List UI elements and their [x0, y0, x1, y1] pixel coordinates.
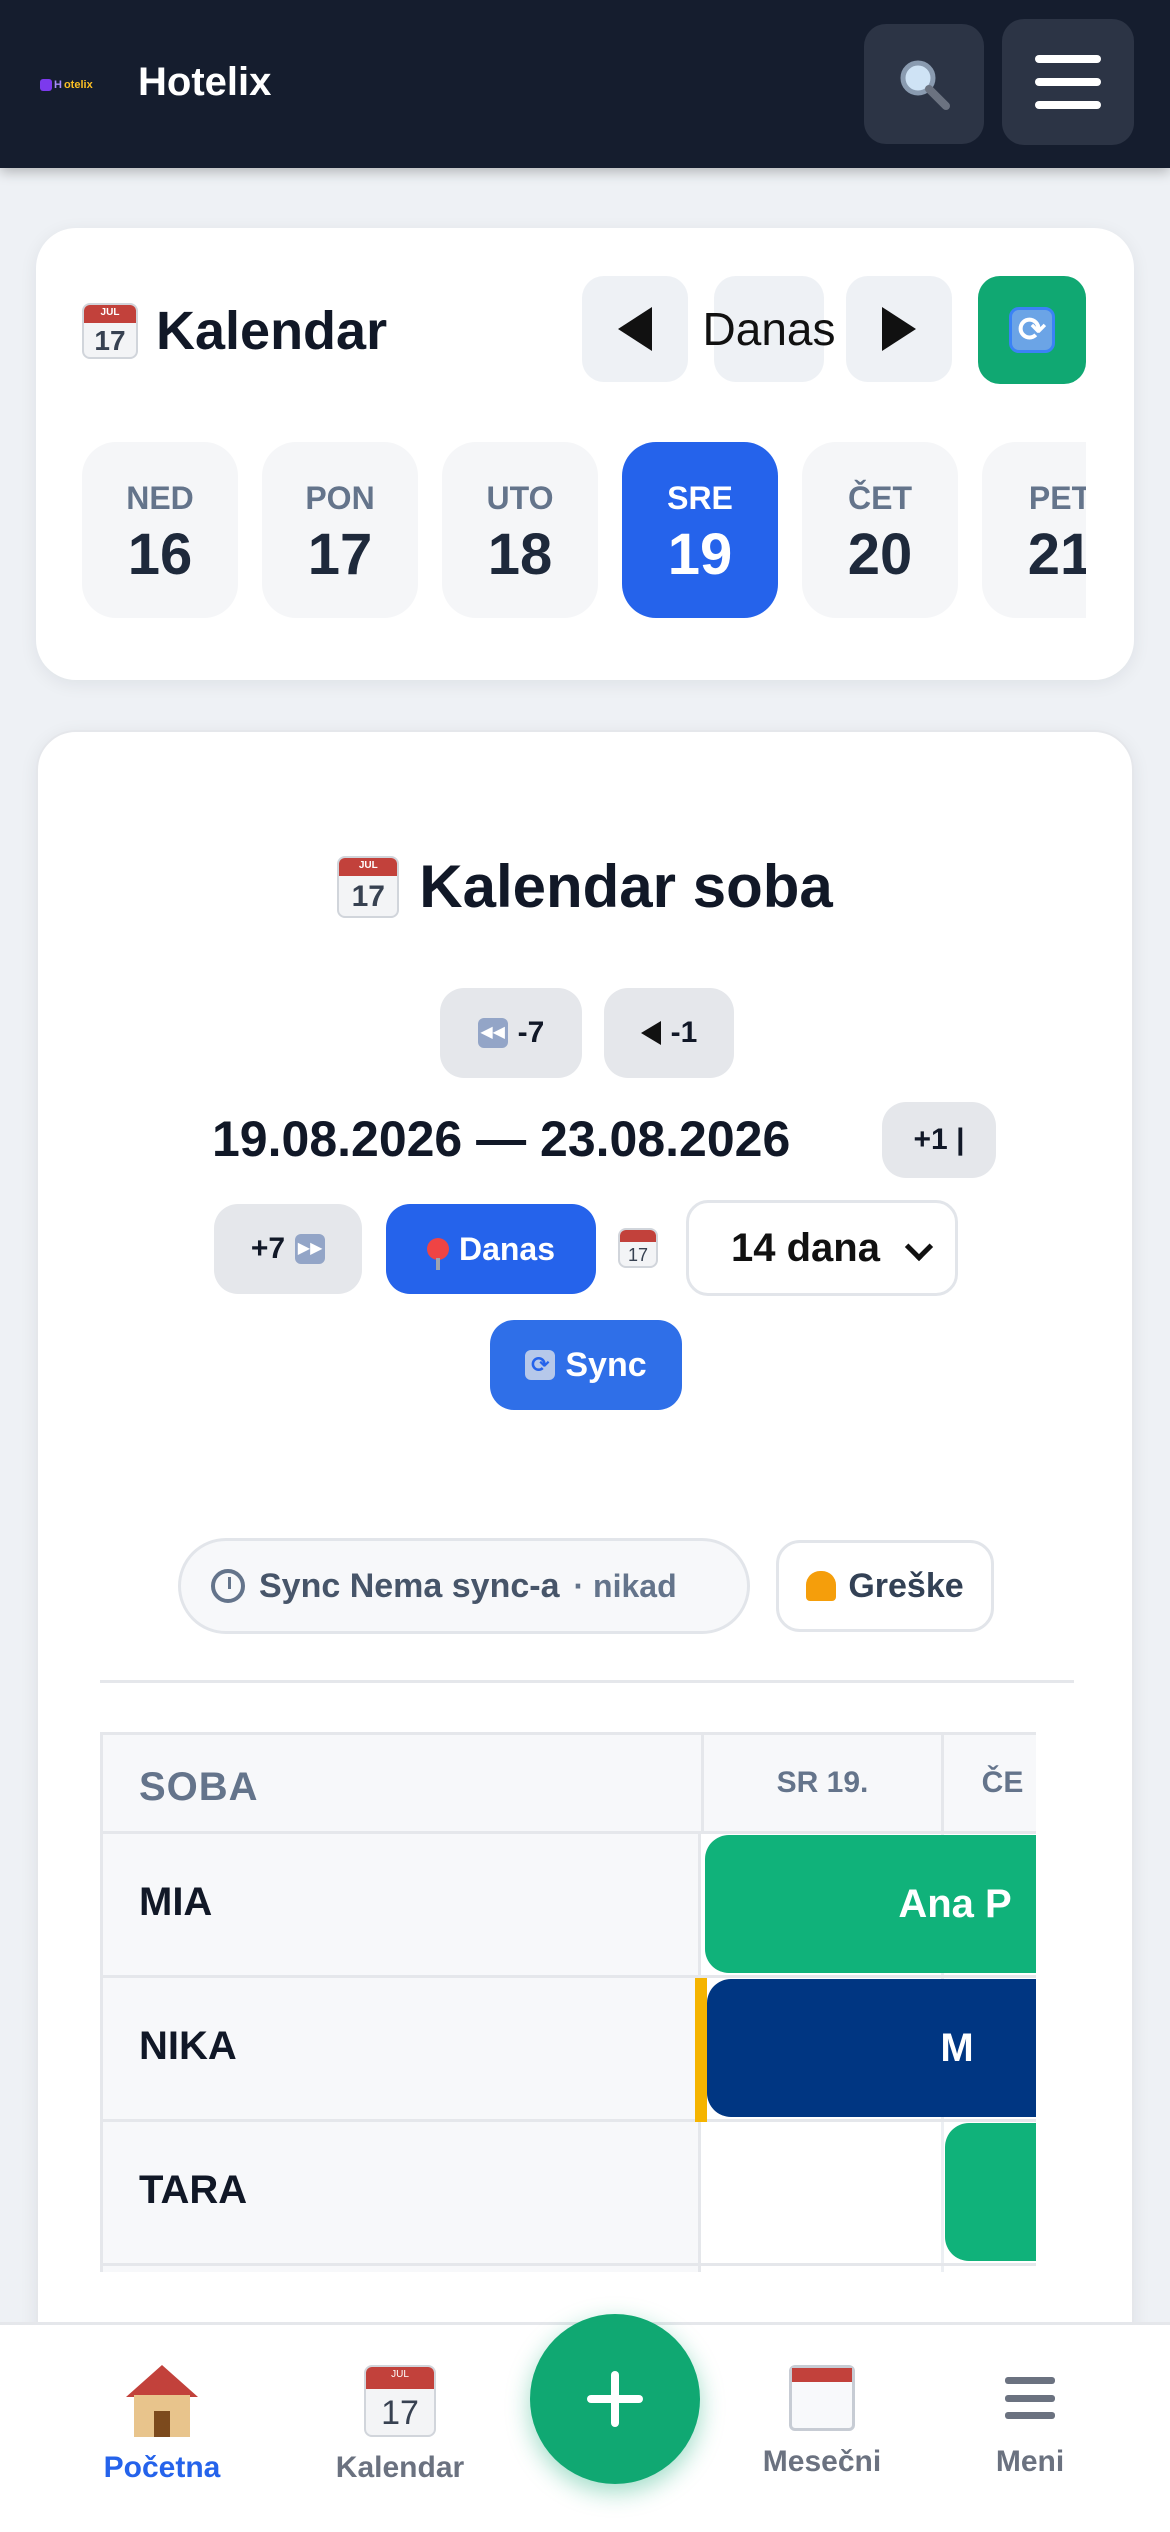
refresh-button[interactable]: ⟳ — [978, 276, 1086, 384]
day-chip[interactable]: UTO 18 — [442, 442, 598, 618]
day-strip: NED 16 PON 17 UTO 18 SRE 19 ČET 20 PET 2… — [82, 442, 1086, 622]
arrow-left-icon — [640, 1021, 661, 1045]
stopwatch-icon — [211, 1569, 245, 1603]
plus-icon — [587, 2371, 643, 2427]
calendar-widget: JUL 17 Kalendar Danas ⟳ NED 16 PON 17 UTO… — [36, 228, 1134, 680]
room-name-cell — [103, 2266, 701, 2272]
next-day-button[interactable] — [846, 276, 952, 382]
errors-button[interactable]: Greške — [776, 1540, 994, 1632]
arrow-right-icon — [882, 307, 916, 351]
room-name-cell: NIKA — [103, 1978, 701, 2119]
room-name-cell: TARA — [103, 2122, 701, 2263]
calendar-icon: JUL 17 — [82, 303, 138, 359]
fast-forward-icon: ▶▶ — [295, 1234, 326, 1264]
divider — [100, 1680, 1074, 1683]
day-chip[interactable]: PON 17 — [262, 442, 418, 618]
room-booking-table[interactable]: SOBA SR 19. ČE MIA Ana P NIKA M TARA — [100, 1732, 1036, 2272]
search-button[interactable] — [864, 24, 984, 144]
menu-button[interactable] — [1002, 19, 1134, 145]
app-title: Hotelix — [138, 60, 272, 104]
checkin-marker — [695, 1978, 707, 2122]
room-name-cell: MIA — [103, 1834, 701, 1975]
top-app-bar: Hotelix Hotelix — [0, 0, 1170, 168]
column-header-day: ČE — [941, 1735, 1036, 1831]
bell-icon — [806, 1571, 837, 1601]
day-chip[interactable]: ČET 20 — [802, 442, 958, 618]
booking-bar[interactable]: M — [707, 1979, 1036, 2117]
chevron-down-icon — [904, 1232, 934, 1262]
table-row: NIKA M — [100, 1978, 1036, 2122]
nav-menu[interactable]: Meni — [930, 2365, 1130, 2479]
spiral-calendar-icon — [789, 2365, 855, 2431]
prev-day-button[interactable] — [582, 276, 688, 382]
pin-icon — [426, 1238, 449, 1270]
table-row: MIA Ana P — [100, 1834, 1036, 1978]
table-row — [100, 2266, 1036, 2272]
room-calendar-card: JUL 17 Kalendar soba ◀◀ -7 -1 19.08.2026 … — [36, 730, 1134, 2532]
rewind-icon: ◀◀ — [477, 1018, 508, 1048]
date-picker-icon[interactable]: JUL17 — [618, 1228, 658, 1268]
day-chip-selected[interactable]: SRE 19 — [622, 442, 778, 618]
table-header: SOBA SR 19. ČE — [100, 1732, 1036, 1834]
forward-1-day-button[interactable]: +1 | — [882, 1102, 996, 1178]
add-button[interactable] — [530, 2314, 700, 2484]
day-chip[interactable]: NED 16 — [82, 442, 238, 618]
forward-7-days-button[interactable]: +7 ▶▶ — [214, 1204, 362, 1294]
nav-monthly[interactable]: Mesečni — [722, 2365, 922, 2479]
calendar-icon: JUL 17 — [364, 2365, 436, 2437]
refresh-icon: ⟳ — [1009, 307, 1055, 353]
calendar-title: JUL 17 Kalendar — [82, 300, 387, 362]
day-chip[interactable]: PET 21 — [982, 442, 1086, 618]
sync-status-badge[interactable]: Sync Nema sync-a · nikad — [178, 1538, 750, 1634]
nav-home[interactable]: Početna — [62, 2365, 262, 2485]
sync-icon: ⟳ — [525, 1350, 556, 1380]
column-header-day: SR 19. — [701, 1735, 941, 1831]
today-button[interactable]: Danas — [703, 276, 835, 382]
search-icon — [900, 60, 950, 110]
period-select[interactable]: 14 dana — [686, 1200, 958, 1296]
arrow-left-icon — [618, 307, 652, 351]
back-7-days-button[interactable]: ◀◀ -7 — [440, 988, 582, 1078]
today-button[interactable]: Danas — [386, 1204, 596, 1294]
menu-icon — [1005, 2377, 1055, 2419]
nav-calendar[interactable]: JUL 17 Kalendar — [300, 2365, 500, 2485]
column-header-room: SOBA — [139, 1765, 259, 1809]
house-icon — [126, 2365, 198, 2437]
booking-bar[interactable] — [945, 2123, 1036, 2261]
room-calendar-title: JUL 17 Kalendar soba — [38, 852, 1132, 921]
hamburger-icon — [1035, 55, 1101, 109]
date-range: 19.08.2026 — 23.08.2026 — [212, 1111, 791, 1167]
booking-bar[interactable]: Ana P — [705, 1835, 1036, 1973]
calendar-icon: JUL 17 — [337, 855, 400, 918]
table-row: TARA — [100, 2122, 1036, 2266]
back-1-day-button[interactable]: -1 — [604, 988, 734, 1078]
sync-button[interactable]: ⟳ Sync — [490, 1320, 682, 1410]
hotelix-logo[interactable]: Hotelix — [40, 74, 98, 96]
